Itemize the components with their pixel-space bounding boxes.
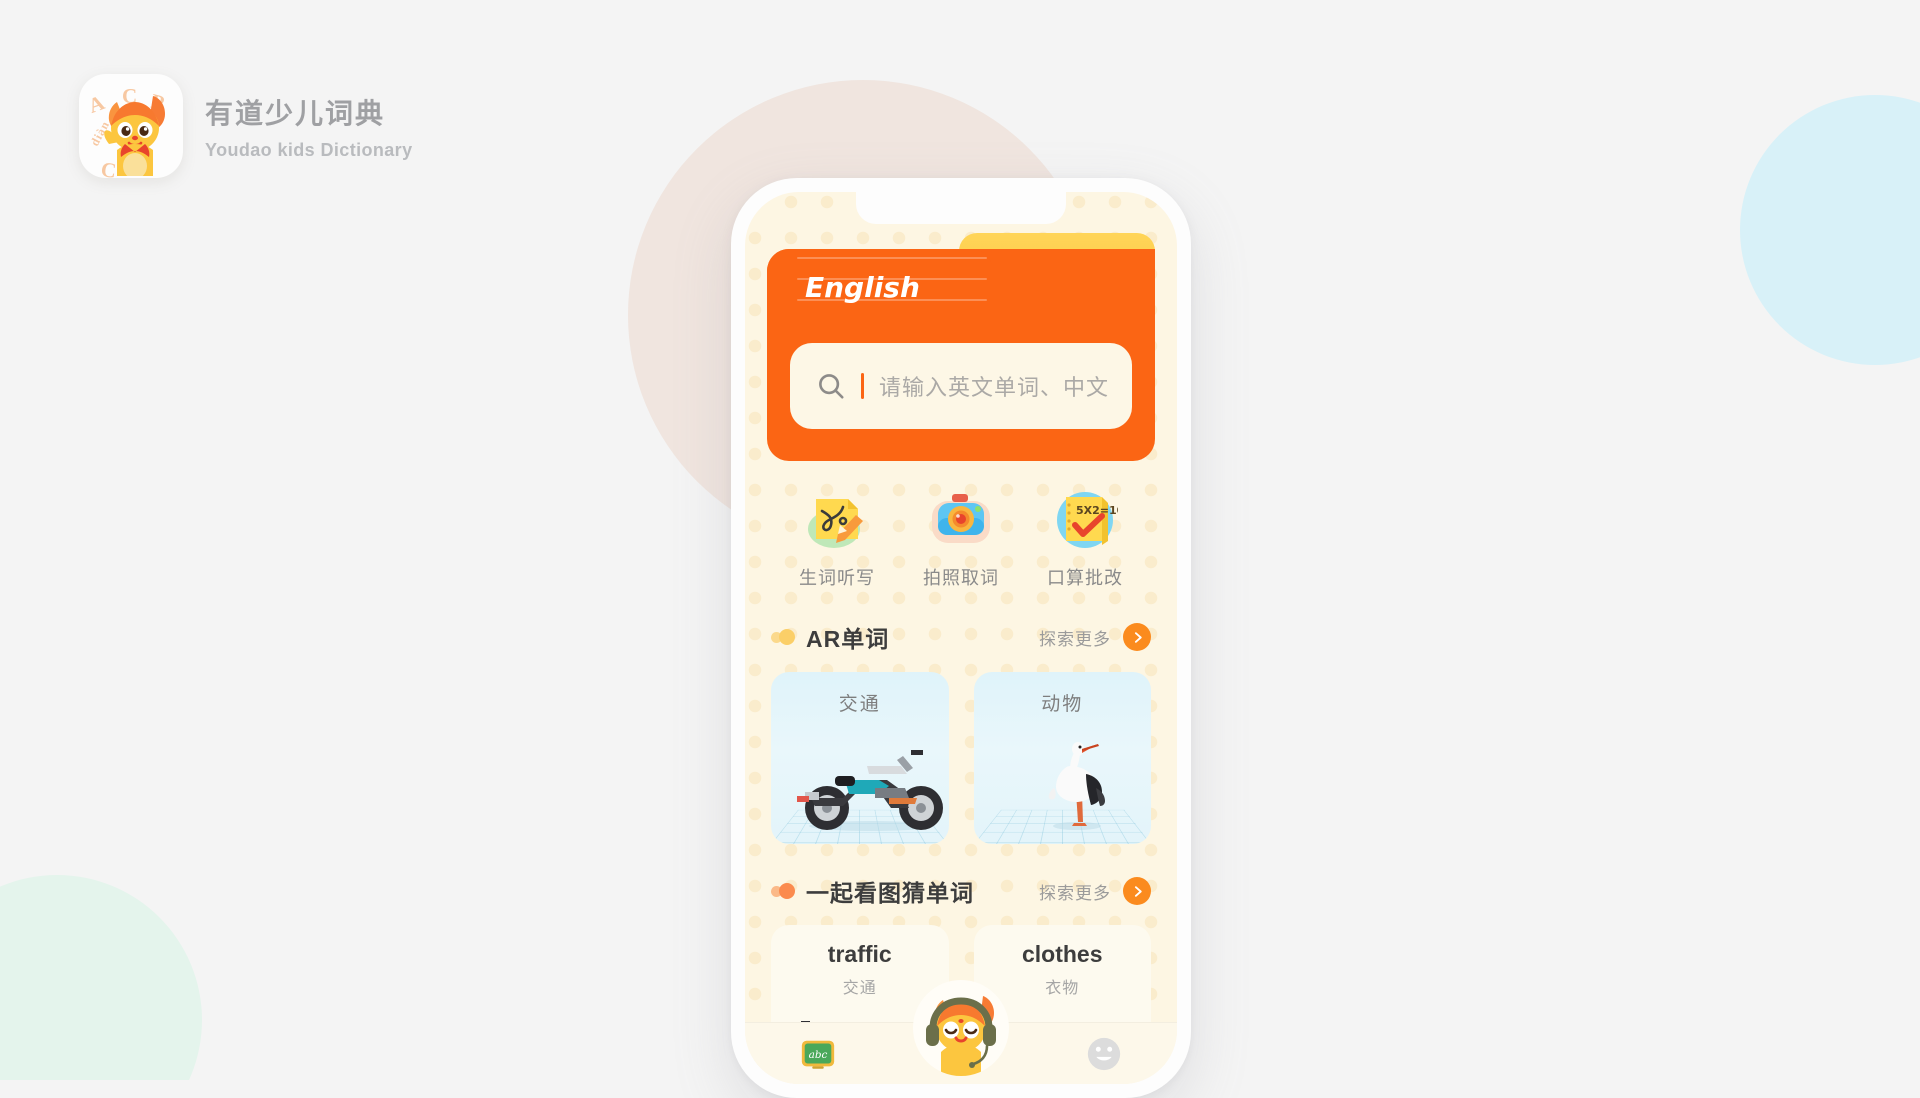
ar-card-row: 交通: [771, 672, 1151, 844]
squirrel-mascot-icon: [95, 88, 171, 176]
app-title-en: Youdao kids Dictionary: [205, 140, 413, 161]
section-header-ar: AR单词 探索更多: [771, 620, 1151, 654]
feature-camera-lookup[interactable]: 拍照取词: [909, 487, 1013, 590]
math-check-icon: 5X2=10: [1052, 487, 1118, 553]
section-marker-dots: [771, 883, 795, 899]
feature-label: 口算批改: [1047, 564, 1123, 590]
app-header: A C P diàn C 有道少儿词典 Youdao kids Dic: [79, 74, 413, 178]
phone-mockup: 语文 English 请输入英文单词、中文: [731, 178, 1191, 1098]
search-bar[interactable]: 请输入英文单词、中文: [790, 343, 1132, 429]
note-pencil-icon: [804, 487, 870, 553]
motorcycle-photo: [771, 722, 949, 838]
feature-label: 拍照取词: [923, 564, 999, 590]
text-cursor: [861, 373, 864, 399]
search-icon: [816, 371, 846, 401]
explore-more-label: 探索更多: [1039, 625, 1111, 650]
svg-text:5X2=10: 5X2=10: [1076, 504, 1118, 517]
explore-more-guess[interactable]: 探索更多: [1039, 877, 1151, 905]
feature-math-check[interactable]: 5X2=10 口算批改: [1033, 487, 1137, 590]
ar-card-animal[interactable]: 动物: [974, 672, 1152, 844]
feature-dictation[interactable]: 生词听写: [785, 487, 889, 590]
explore-more-ar[interactable]: 探索更多: [1039, 623, 1151, 651]
app-logo: A C P diàn C: [79, 74, 183, 178]
app-top-header: 语文 English 请输入英文单词、中文: [767, 233, 1155, 461]
svg-text:abc: abc: [809, 1048, 828, 1060]
feature-label: 生词听写: [799, 564, 875, 590]
green-blob: [0, 875, 202, 1080]
camera-icon: [928, 487, 994, 553]
explore-more-label: 探索更多: [1039, 879, 1111, 904]
guess-word-cn: 衣物: [974, 968, 1152, 998]
stork-photo: [974, 722, 1152, 838]
blue-blob: [1740, 95, 1920, 365]
ar-card-title: 交通: [771, 672, 949, 716]
quick-features: 生词听写 拍照取词: [785, 487, 1137, 590]
chevron-right-icon[interactable]: [1123, 623, 1151, 651]
search-input[interactable]: 请输入英文单词、中文: [879, 370, 1109, 402]
section-header-guess: 一起看图猜单词 探索更多: [771, 874, 1151, 908]
smiley-face-icon[interactable]: [1085, 1035, 1123, 1073]
chevron-right-icon[interactable]: [1123, 877, 1151, 905]
abc-chalkboard-icon[interactable]: abc: [799, 1035, 837, 1073]
phone-notch: [856, 192, 1066, 224]
ar-card-transport[interactable]: 交通: [771, 672, 949, 844]
section-title: AR单词: [806, 620, 889, 654]
guess-word-en: clothes: [974, 925, 1152, 968]
app-title-group: 有道少儿词典 Youdao kids Dictionary: [205, 92, 413, 161]
tab-english-label: English: [767, 249, 993, 325]
app-title-cn: 有道少儿词典: [205, 92, 413, 132]
phone-screen: 语文 English 请输入英文单词、中文: [745, 192, 1177, 1084]
section-marker-dots: [771, 629, 795, 645]
section-title: 一起看图猜单词: [806, 874, 974, 908]
mascot-headphones-icon[interactable]: [913, 980, 1009, 1076]
guess-word-cn: 交通: [771, 968, 949, 998]
ar-card-title: 动物: [974, 672, 1152, 716]
guess-word-en: traffic: [771, 925, 949, 968]
